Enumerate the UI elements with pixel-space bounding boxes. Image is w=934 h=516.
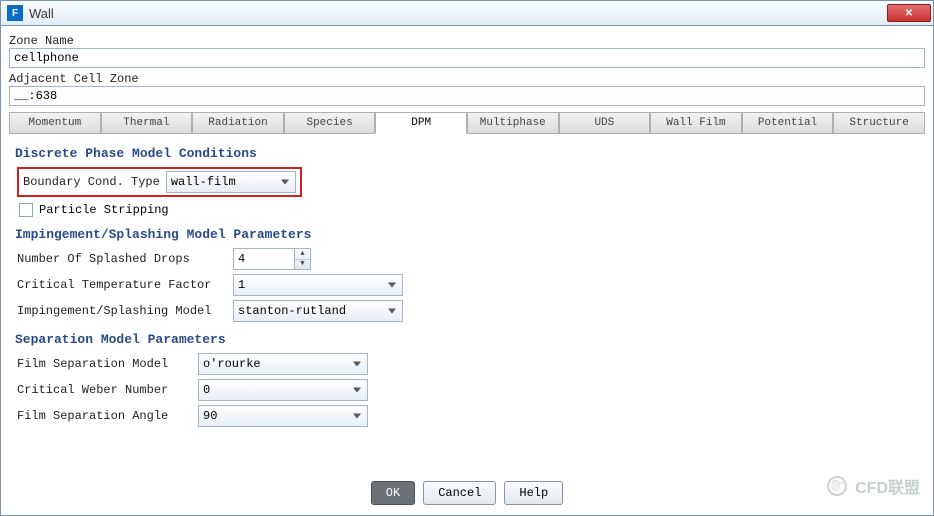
- chevron-down-icon: [353, 388, 361, 393]
- chevron-down-icon: [388, 309, 396, 314]
- cancel-button[interactable]: Cancel: [423, 481, 496, 505]
- bc-type-value: wall-film: [171, 175, 236, 189]
- zone-name-input[interactable]: [9, 48, 925, 68]
- impinge-section-title: Impingement/Splashing Model Parameters: [15, 227, 921, 242]
- bc-type-highlight: Boundary Cond. Type wall-film: [17, 167, 302, 197]
- angle-select[interactable]: 90: [198, 405, 368, 427]
- tab-wall-film[interactable]: Wall Film: [650, 112, 742, 133]
- particle-stripping-label: Particle Stripping: [39, 203, 169, 217]
- dpm-section-title: Discrete Phase Model Conditions: [15, 146, 921, 161]
- separation-section-title: Separation Model Parameters: [15, 332, 921, 347]
- sep-model-label: Film Separation Model: [17, 357, 192, 371]
- crit-temp-label: Critical Temperature Factor: [17, 278, 227, 292]
- crit-temp-select[interactable]: 1: [233, 274, 403, 296]
- adjacent-zone-label: Adjacent Cell Zone: [9, 72, 925, 86]
- chevron-down-icon: [281, 180, 289, 185]
- weber-select[interactable]: 0: [198, 379, 368, 401]
- window-body: Zone Name Adjacent Cell Zone Momentum Th…: [0, 26, 934, 516]
- particle-stripping-checkbox[interactable]: [19, 203, 33, 217]
- adjacent-zone-input[interactable]: [9, 86, 925, 106]
- weber-value: 0: [203, 383, 210, 397]
- impinge-model-label: Impingement/Splashing Model: [17, 304, 227, 318]
- tab-structure[interactable]: Structure: [833, 112, 925, 133]
- help-button[interactable]: Help: [504, 481, 563, 505]
- close-icon: ✕: [905, 8, 913, 19]
- title-bar: F Wall ✕: [0, 0, 934, 26]
- num-drops-spinner[interactable]: ▲▼: [233, 248, 311, 270]
- tab-uds[interactable]: UDS: [559, 112, 651, 133]
- tab-radiation[interactable]: Radiation: [192, 112, 284, 133]
- tab-momentum[interactable]: Momentum: [9, 112, 101, 133]
- angle-value: 90: [203, 409, 217, 423]
- impinge-model-value: stanton-rutland: [238, 304, 346, 318]
- bc-type-select[interactable]: wall-film: [166, 171, 296, 193]
- tab-strip: Momentum Thermal Radiation Species DPM M…: [9, 112, 925, 134]
- tab-species[interactable]: Species: [284, 112, 376, 133]
- close-button[interactable]: ✕: [887, 4, 931, 22]
- chevron-down-icon: [353, 362, 361, 367]
- sep-model-select[interactable]: o'rourke: [198, 353, 368, 375]
- tab-potential[interactable]: Potential: [742, 112, 834, 133]
- zone-name-label: Zone Name: [9, 34, 925, 48]
- app-icon: F: [7, 5, 23, 21]
- tab-content: Discrete Phase Model Conditions Boundary…: [9, 134, 925, 475]
- window-title: Wall: [29, 6, 54, 21]
- angle-label: Film Separation Angle: [17, 409, 192, 423]
- chevron-down-icon: [353, 414, 361, 419]
- spinner-buttons[interactable]: ▲▼: [294, 249, 310, 269]
- tab-dpm[interactable]: DPM: [375, 112, 467, 134]
- crit-temp-value: 1: [238, 278, 245, 292]
- bc-type-label: Boundary Cond. Type: [23, 175, 160, 189]
- sep-model-value: o'rourke: [203, 357, 261, 371]
- num-drops-input[interactable]: [234, 249, 294, 269]
- tab-multiphase[interactable]: Multiphase: [467, 112, 559, 133]
- chevron-down-icon: [388, 283, 396, 288]
- tab-thermal[interactable]: Thermal: [101, 112, 193, 133]
- num-drops-label: Number Of Splashed Drops: [17, 252, 227, 266]
- button-bar: OK Cancel Help: [9, 475, 925, 507]
- weber-label: Critical Weber Number: [17, 383, 192, 397]
- impinge-model-select[interactable]: stanton-rutland: [233, 300, 403, 322]
- ok-button[interactable]: OK: [371, 481, 415, 505]
